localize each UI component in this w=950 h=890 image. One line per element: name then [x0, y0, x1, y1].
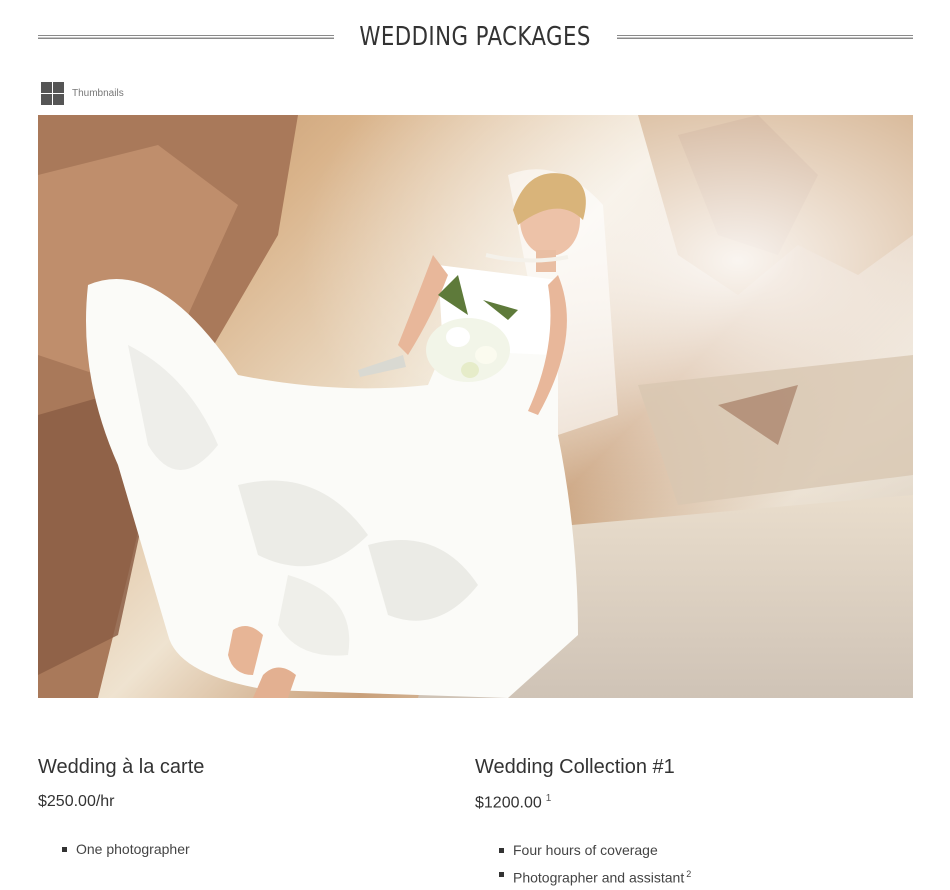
- title-rule-left: [38, 35, 335, 39]
- feature-text: One photographer: [76, 841, 190, 857]
- page-title: WEDDING PACKAGES: [359, 22, 592, 52]
- price-value: $1200.00: [475, 794, 542, 812]
- gallery-image[interactable]: [38, 115, 913, 698]
- thumbnails-label: Thumbnails: [72, 88, 124, 99]
- package-features: One photographer: [38, 837, 204, 861]
- thumbnails-toggle[interactable]: Thumbnails: [41, 82, 124, 105]
- package-a-la-carte: Wedding à la carte $250.00/hr One photog…: [38, 756, 204, 861]
- bride-photo: [38, 115, 913, 698]
- price-footnote: 1: [545, 793, 552, 804]
- list-item: One photographer: [61, 837, 204, 861]
- title-rule-right: [616, 35, 914, 39]
- list-item: Photographer and assistant 2: [498, 862, 692, 890]
- feature-text: Photographer and assistant: [513, 869, 685, 886]
- page-header: WEDDING PACKAGES: [38, 18, 914, 56]
- feature-text: Four hours of coverage: [513, 842, 658, 859]
- package-collection-1: Wedding Collection #1 $1200.00 1 Four hou…: [475, 756, 691, 890]
- grid-icon: [41, 82, 64, 105]
- package-name: Wedding à la carte: [38, 756, 205, 778]
- feature-footnote: 2: [686, 869, 692, 880]
- package-name: Wedding Collection #1: [475, 756, 675, 778]
- package-price: $1200.00 1: [475, 793, 691, 812]
- package-price: $250.00/hr: [38, 793, 204, 811]
- list-item: Four hours of coverage: [498, 838, 691, 862]
- package-features: Four hours of coverage Photographer and …: [475, 838, 691, 890]
- price-value: $250.00/hr: [38, 793, 115, 810]
